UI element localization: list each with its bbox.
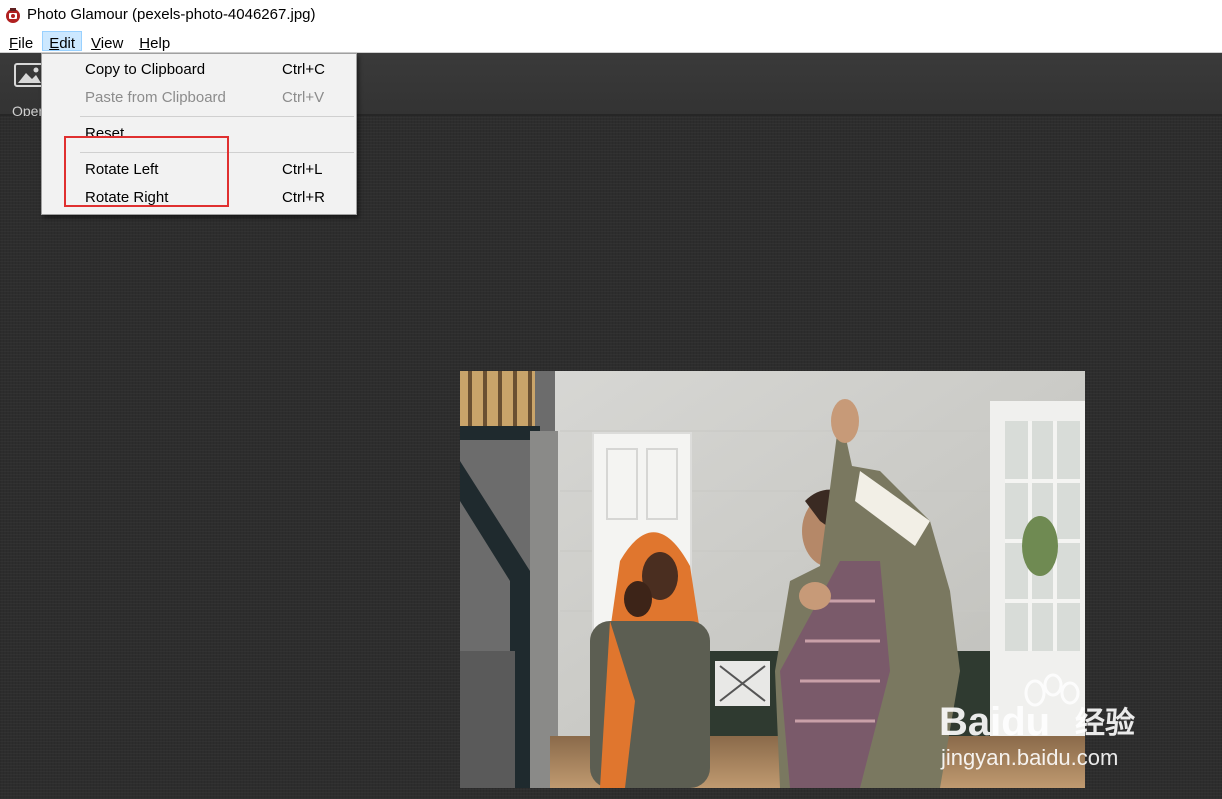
menu-edit-label: dit <box>59 34 76 52</box>
menu-help-mnemonic: H <box>139 34 151 52</box>
menu-item-label: Copy to Clipboard <box>85 61 206 78</box>
title-bar: Photo Glamour (pexels-photo-4046267.jpg) <box>0 0 1222 29</box>
menu-bar: File Edit View Help <box>0 29 1222 53</box>
menu-file-mnemonic: F <box>9 34 19 52</box>
menu-item-label: Paste from Clipboard <box>85 89 226 106</box>
menu-help[interactable]: Help <box>132 31 177 52</box>
menu-item-copy-to-clipboard[interactable]: Copy to Clipboard Ctrl+C <box>42 57 356 83</box>
image-icon <box>14 63 44 87</box>
menu-view[interactable]: View <box>84 31 130 52</box>
window-title: Photo Glamour (pexels-photo-4046267.jpg) <box>27 6 316 23</box>
menu-separator <box>80 116 354 117</box>
watermark-brand-cn: 经验 <box>1075 706 1135 740</box>
watermark-url: jingyan.baidu.com <box>940 745 1118 770</box>
menu-edit[interactable]: Edit <box>42 30 83 52</box>
baidu-watermark: Baidu 经验 jingyan.baidu.com <box>939 673 1135 770</box>
watermark-brand: Baidu <box>939 700 1050 744</box>
menu-item-paste-from-clipboard[interactable]: Paste from Clipboard Ctrl+V <box>42 85 356 111</box>
menu-item-shortcut: Ctrl+V <box>282 89 325 106</box>
menu-view-mnemonic: V <box>91 34 101 52</box>
menu-help-label: elp <box>150 34 171 52</box>
menu-item-shortcut: Ctrl+R <box>282 189 325 206</box>
menu-view-label: iew <box>100 34 124 52</box>
menu-file-label: ile <box>18 34 34 52</box>
app-icon <box>6 7 20 23</box>
menu-edit-mnemonic: E <box>49 34 60 52</box>
menu-item-shortcut: Ctrl+L <box>282 161 323 178</box>
menu-item-shortcut: Ctrl+C <box>282 61 325 78</box>
menu-file[interactable]: File <box>2 31 40 52</box>
annotation-highlight-box <box>64 136 229 207</box>
